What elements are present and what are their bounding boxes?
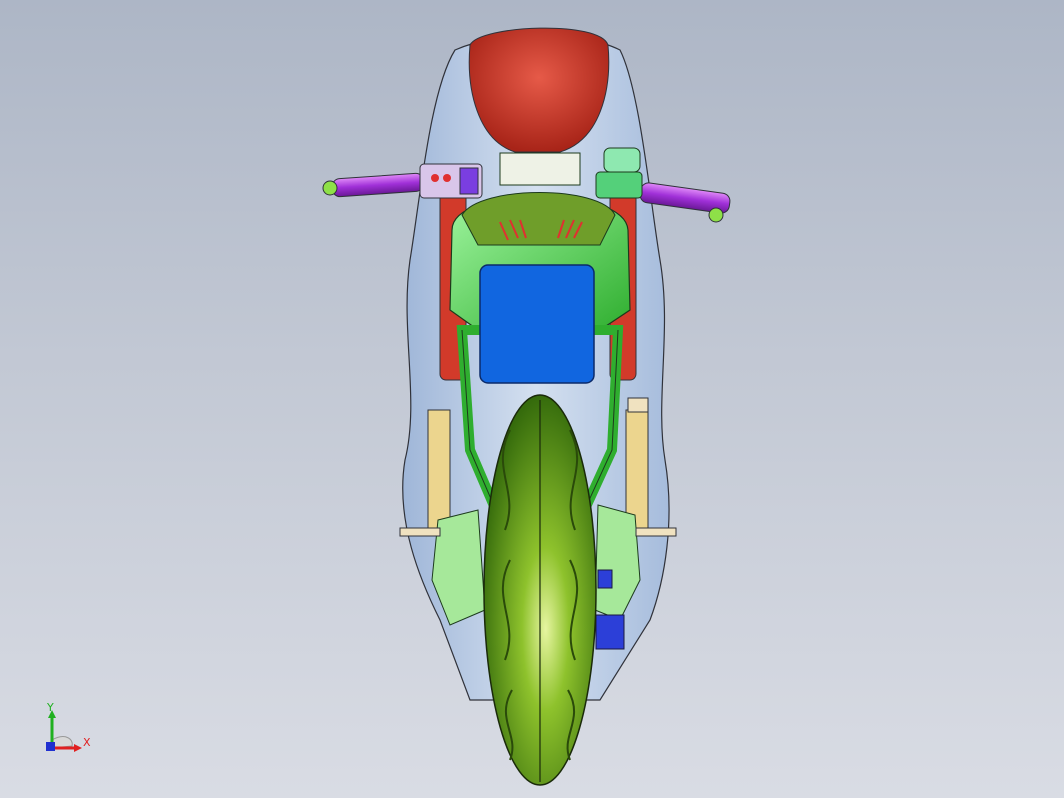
instrument-display[interactable] (499, 152, 581, 186)
handlebar-grip-left[interactable] (331, 172, 425, 198)
footpeg-right[interactable] (635, 527, 677, 537)
coolant-reservoir[interactable] (627, 397, 649, 413)
tank-top[interactable] (461, 192, 616, 246)
triad-y-label: Y (46, 701, 54, 714)
cad-3d-viewport[interactable]: Y X (0, 0, 1064, 798)
master-cylinder[interactable] (595, 171, 643, 199)
bar-end-left[interactable] (322, 180, 338, 196)
caliper-block-right-2[interactable] (597, 569, 613, 589)
triad-x-label: X (83, 736, 91, 749)
number-plate[interactable] (479, 264, 595, 384)
fork-slider-right[interactable] (625, 409, 649, 531)
bar-end-right[interactable] (708, 207, 724, 223)
coordinate-triad: Y X (46, 701, 91, 752)
fork-slider-left[interactable] (427, 409, 451, 531)
z-axis (46, 742, 55, 751)
motorcycle-model[interactable] (322, 27, 731, 786)
headlight-cowl[interactable] (468, 27, 610, 153)
footpeg-left[interactable] (399, 527, 441, 537)
brake-reservoir[interactable] (603, 147, 641, 173)
caliper-block-right[interactable] (595, 614, 625, 650)
